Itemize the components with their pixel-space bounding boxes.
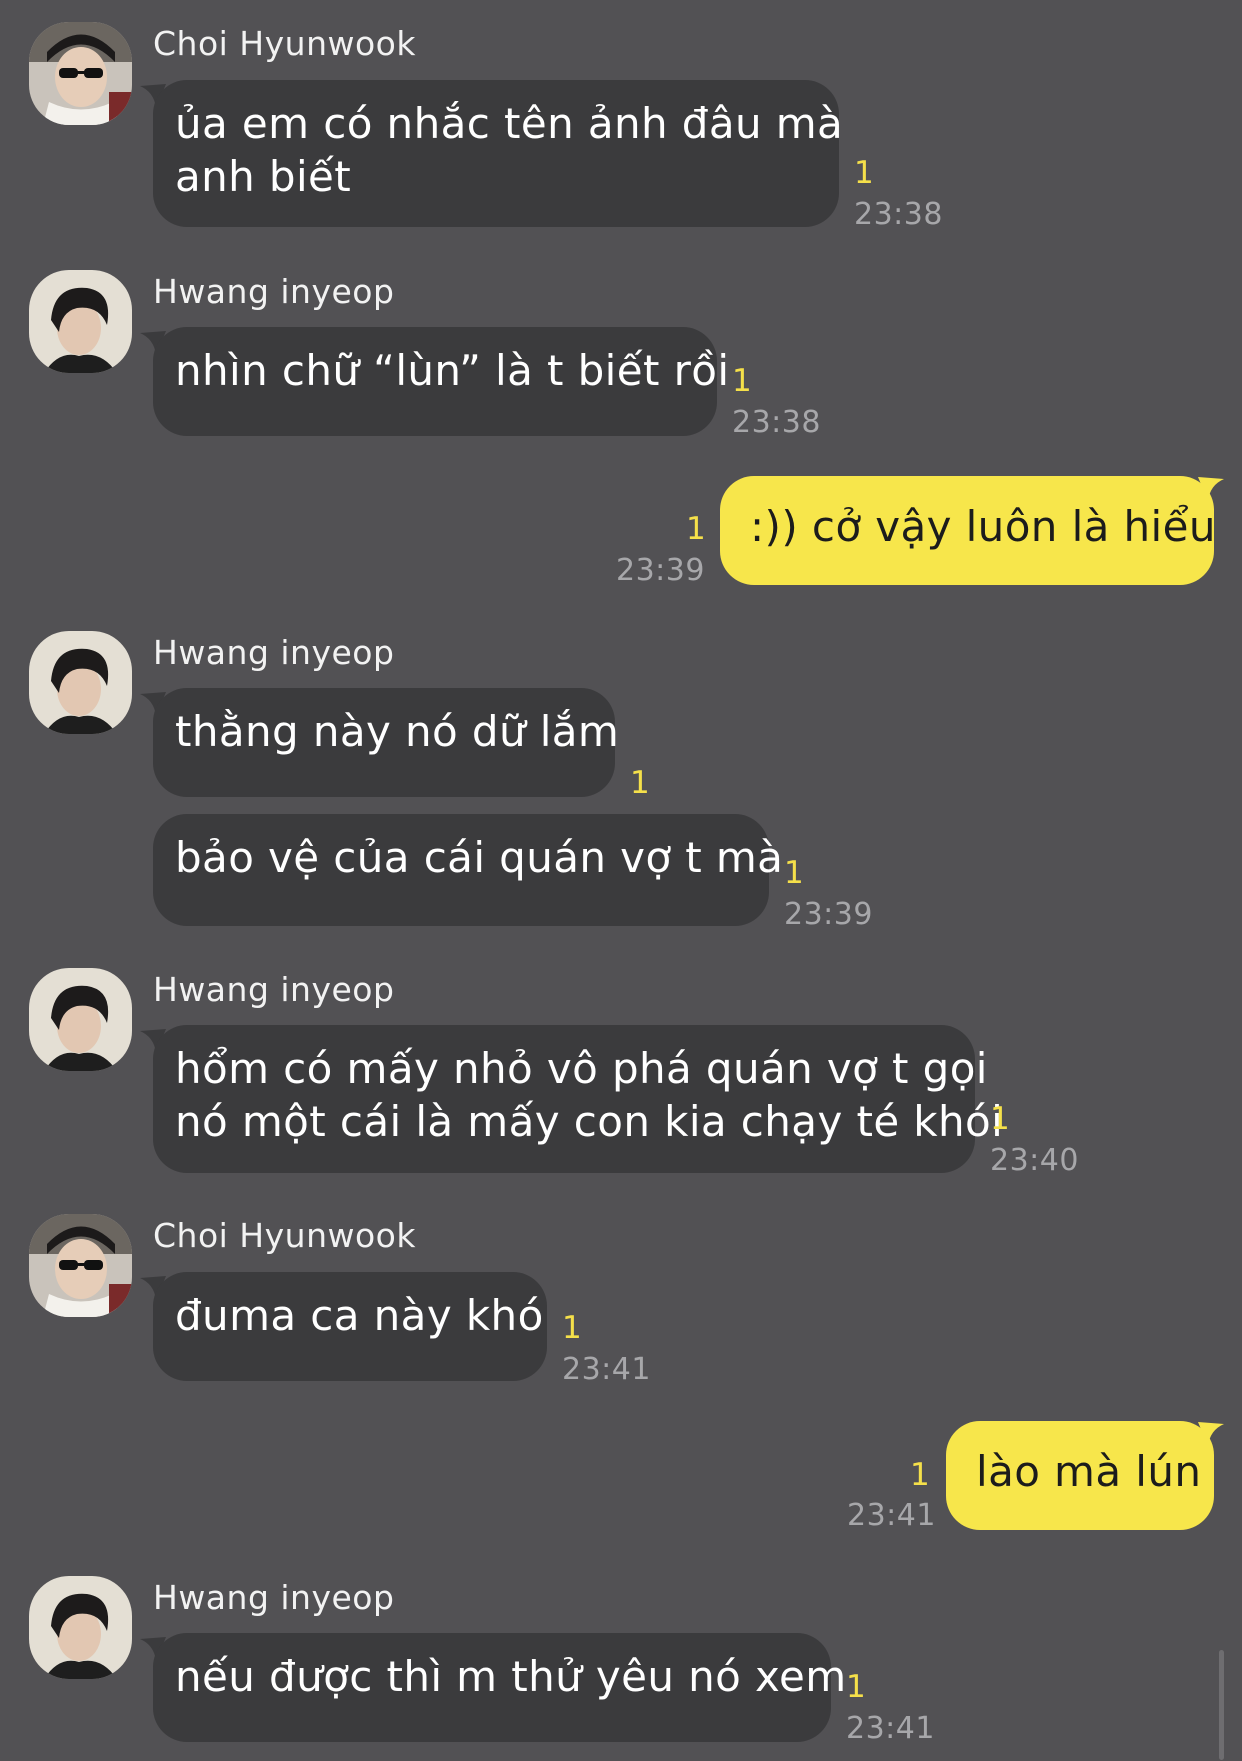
message-time: 23:41 [847, 1498, 936, 1533]
unread-count: 1 [910, 1457, 930, 1493]
message-bubble[interactable]: nhìn chữ “lùn” là t biết rồi [153, 327, 730, 436]
message-text-line: nhìn chữ “lùn” là t biết rồi [175, 346, 730, 395]
unread-count: 1 [732, 363, 752, 399]
message-bubble-outgoing[interactable]: lào mà lún [946, 1421, 1214, 1530]
message-text-line: lào mà lún [976, 1447, 1202, 1496]
message-bubble[interactable]: đuma ca này khó [153, 1272, 547, 1381]
unread-count: 1 [562, 1310, 582, 1346]
avatar-hwang-inyeop[interactable] [29, 1576, 132, 1679]
unread-count: 1 [990, 1101, 1010, 1137]
sender-name: Choi Hyunwook [153, 24, 416, 63]
avatar-hwang-inyeop[interactable] [29, 631, 132, 734]
message-text-line: thằng này nó dữ lắm [175, 707, 620, 756]
sender-name: Hwang inyeop [153, 633, 395, 672]
avatar-hwang-inyeop[interactable] [29, 968, 132, 1071]
sender-name: Hwang inyeop [153, 272, 395, 311]
message-text-line: nếu được thì m thử yêu nó xem [175, 1652, 847, 1701]
unread-count: 1 [630, 765, 650, 801]
sender-name: Choi Hyunwook [153, 1216, 416, 1255]
scrollbar[interactable] [1219, 1650, 1224, 1760]
message-bubble[interactable]: bảo vệ của cái quán vợ t mà [153, 814, 784, 926]
unread-count: 1 [784, 855, 804, 891]
bubble-tail [1198, 1422, 1224, 1446]
avatar-hwang-inyeop[interactable] [29, 270, 132, 373]
message-time: 23:38 [732, 405, 821, 440]
message-time: 23:41 [846, 1711, 935, 1746]
bubble-tail [1198, 477, 1224, 501]
unread-count: 1 [686, 511, 706, 547]
message-bubble[interactable]: ủa em có nhắc tên ảnh đâu mà anh biết [153, 80, 844, 227]
message-time: 23:40 [990, 1143, 1079, 1178]
sender-name: Hwang inyeop [153, 1578, 395, 1617]
message-text-line: anh biết [175, 152, 352, 201]
message-text-line: ủa em có nhắc tên ảnh đâu mà [175, 99, 844, 148]
unread-count: 1 [846, 1669, 866, 1705]
message-time: 23:39 [616, 553, 705, 588]
message-time: 23:39 [784, 897, 873, 932]
message-time: 23:38 [854, 197, 943, 232]
message-bubble[interactable]: thằng này nó dữ lắm [153, 688, 620, 797]
message-text-line: đuma ca này khó [175, 1291, 544, 1340]
message-text-line: :)) cở vậy luôn là hiểu [750, 502, 1216, 551]
message-text-line: hổm có mấy nhỏ vô phá quán vợ t gọi [175, 1044, 988, 1093]
message-bubble-outgoing[interactable]: :)) cở vậy luôn là hiểu [720, 476, 1216, 585]
unread-count: 1 [854, 155, 874, 191]
message-text-line: nó một cái là mấy con kia chạy té khói [175, 1097, 1004, 1146]
message-bubble[interactable]: nếu được thì m thử yêu nó xem [153, 1633, 847, 1742]
message-text-line: bảo vệ của cái quán vợ t mà [175, 833, 784, 882]
avatar-choi-hyunwook[interactable] [29, 22, 132, 125]
message-bubble[interactable]: hổm có mấy nhỏ vô phá quán vợ t gọi nó m… [153, 1025, 1004, 1173]
sender-name: Hwang inyeop [153, 970, 395, 1009]
message-time: 23:41 [562, 1352, 651, 1387]
avatar-choi-hyunwook[interactable] [29, 1214, 132, 1317]
